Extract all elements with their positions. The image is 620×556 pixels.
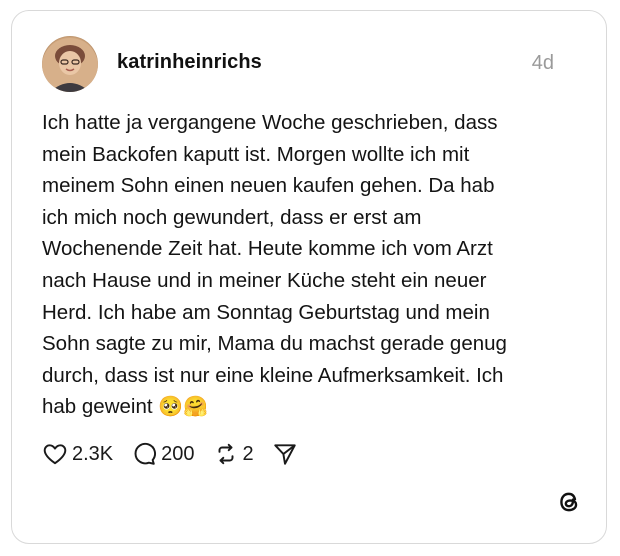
post-emojis: 🥺🤗 [158,394,209,419]
threads-logo-icon[interactable] [556,489,582,515]
comment-bubble-icon [134,442,157,465]
action-bar: 2.3K 200 2 [42,441,316,467]
heart-icon [43,444,67,465]
post-card[interactable]: katrinheinrichs 4d Ich hatte ja vergange… [11,10,607,544]
reply-count: 200 [161,442,195,465]
avatar-image [42,38,98,92]
repost-count: 2 [242,442,254,465]
send-icon [273,444,296,465]
reply-button[interactable]: 200 [131,441,195,467]
username[interactable]: katrinheinrichs [117,51,262,74]
repost-icon [218,443,234,465]
avatar[interactable] [42,36,98,92]
like-count: 2.3K [72,442,114,465]
post-text: Ich hatte ja vergangene Woche geschriebe… [42,111,507,419]
post-body: Ich hatte ja vergangene Woche geschriebe… [42,107,582,423]
share-button[interactable] [272,441,298,467]
repost-button[interactable]: 2 [213,441,254,467]
post-timestamp: 4d [531,52,554,74]
like-button[interactable]: 2.3K [42,441,113,467]
